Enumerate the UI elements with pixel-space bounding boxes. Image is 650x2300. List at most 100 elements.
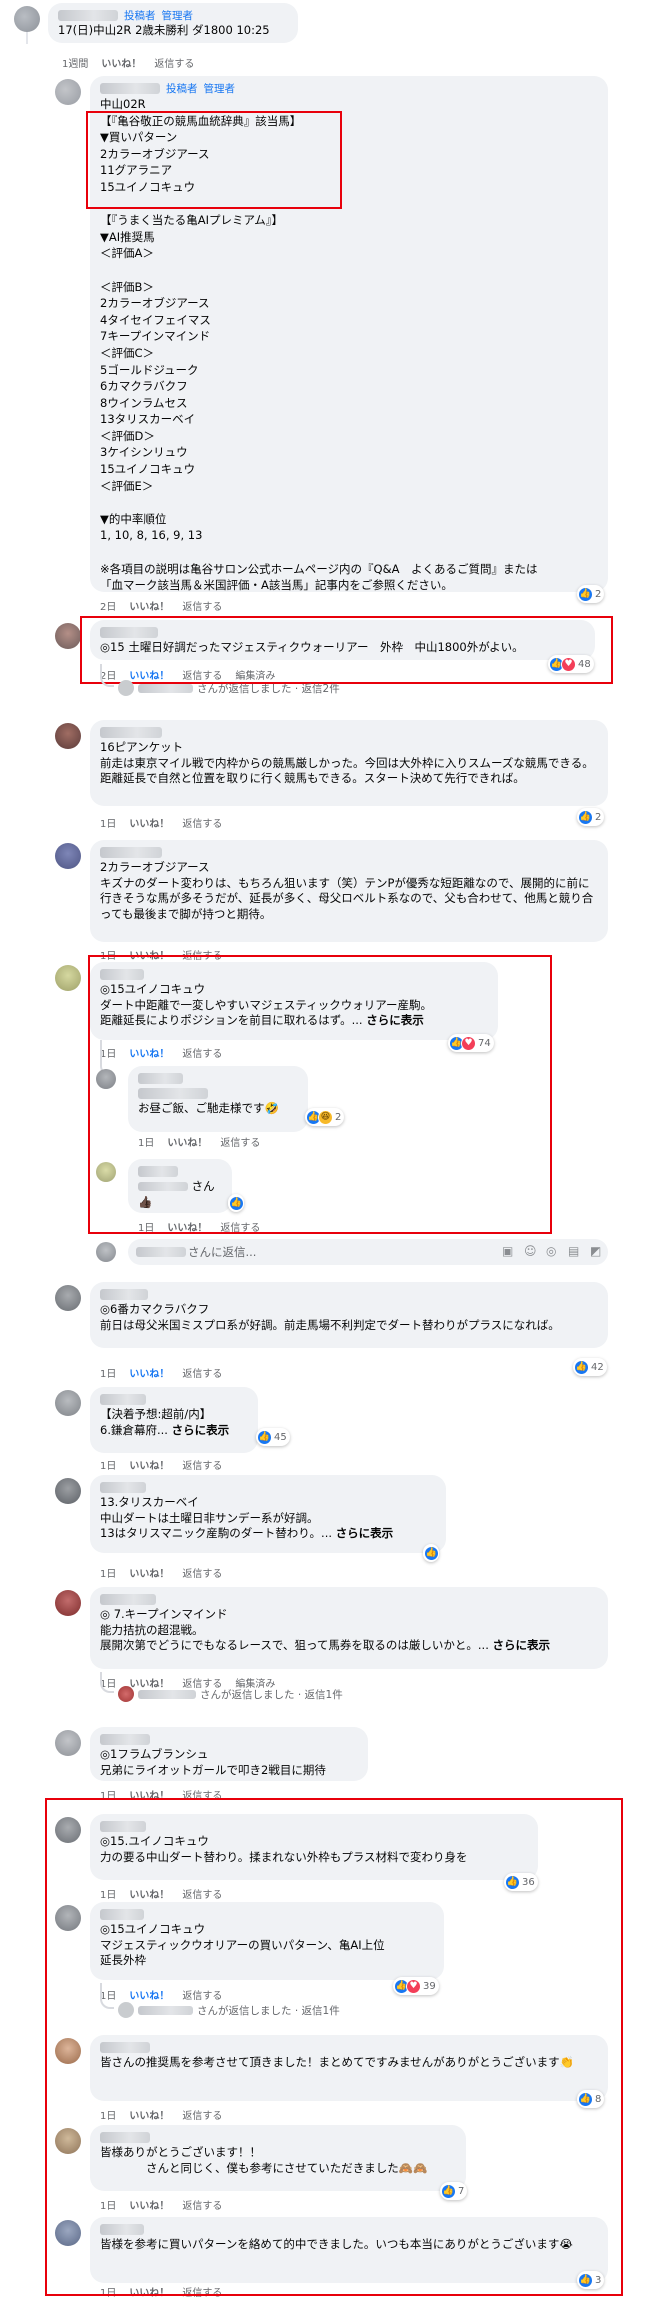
reply-link[interactable]: 返信する bbox=[182, 1369, 222, 1380]
comment-text: 【決着予想:超前/内】 6.鎌倉幕府... さらに表示 bbox=[100, 1407, 230, 1437]
like-icon: 👍 bbox=[574, 1359, 589, 1375]
camera-icon[interactable]: ◎ bbox=[546, 1244, 556, 1258]
like-link[interactable]: いいね！ bbox=[129, 1461, 169, 1472]
replies-toggle[interactable]: さんが返信しました · 返信1件 bbox=[118, 1686, 343, 1702]
comment-line: ＜評価B＞ bbox=[100, 279, 154, 294]
avatar[interactable] bbox=[55, 843, 81, 869]
comment-meta: 1週間 いいね！ 返信する bbox=[62, 59, 195, 70]
author-name[interactable] bbox=[100, 83, 160, 94]
reaction-summary[interactable]: 👍 42 bbox=[573, 1358, 607, 1376]
reply-link[interactable]: 返信する bbox=[182, 1461, 222, 1472]
like-link[interactable]: いいね！ bbox=[101, 59, 141, 70]
comment-line: 13タリスカーベイ bbox=[100, 412, 196, 427]
reply-link[interactable]: 返信する bbox=[182, 819, 222, 830]
show-more-link[interactable]: さらに表示 bbox=[172, 1423, 230, 1437]
comment-meta: 1日 いいね！ 返信する bbox=[100, 1369, 223, 1380]
author-name[interactable] bbox=[100, 1289, 148, 1300]
comment-line: 「血マーク該当馬＆米国評価・A該当馬」記事内をご参照ください。 bbox=[100, 578, 453, 593]
avatar[interactable] bbox=[55, 965, 81, 991]
author-name[interactable] bbox=[58, 10, 118, 21]
emoji-icon[interactable]: ☺ bbox=[524, 1244, 537, 1258]
avatar[interactable] bbox=[96, 1242, 116, 1262]
comment-line: 5ゴールドジューク bbox=[100, 362, 199, 377]
comment-bubble: 【決着予想:超前/内】 6.鎌倉幕府... さらに表示 bbox=[90, 1387, 258, 1453]
comment-bubble: ◎6番カマクラバクフ 前日は母父米国ミスプロ系が好調。前走馬場不利判定でダート替… bbox=[90, 1282, 608, 1348]
avatar[interactable] bbox=[55, 1390, 81, 1416]
thread-connector bbox=[100, 1672, 114, 1693]
avatar[interactable] bbox=[55, 1730, 81, 1756]
highlight-box bbox=[86, 111, 342, 209]
like-icon: 👍 bbox=[578, 809, 593, 825]
comment-meta: 1日 いいね！ 返信する bbox=[100, 819, 223, 830]
thread-connector bbox=[100, 664, 114, 687]
comment-bubble: 13.タリスカーベイ 中山ダートは土曜日非サンデー系が好調。 13はタリスマニッ… bbox=[90, 1475, 446, 1553]
avatar bbox=[118, 1686, 134, 1702]
avatar[interactable] bbox=[14, 6, 40, 32]
comment-text: 17(日)中山2R 2歳未勝利 ダ1800 10:25 bbox=[58, 23, 270, 37]
comment-text: ◎6番カマクラバクフ 前日は母父米国ミスプロ系が好調。前走馬場不利判定でダート替… bbox=[100, 1302, 560, 1332]
reaction-summary[interactable]: 👍 2 bbox=[577, 808, 605, 826]
author-name[interactable] bbox=[100, 1394, 146, 1405]
avatar[interactable] bbox=[55, 1478, 81, 1504]
comment-text: 2カラーオブジアース キズナのダート変わりは、もちろん狙います（笑）テンPが優秀… bbox=[100, 860, 594, 921]
comment-line: ＜評価D＞ bbox=[100, 428, 155, 443]
avatar[interactable] bbox=[55, 1285, 81, 1311]
comment-line: 1, 10, 8, 16, 9, 13 bbox=[100, 528, 203, 543]
like-link[interactable]: いいね！ bbox=[129, 1369, 169, 1380]
comment-meta: 1日 いいね！ 返信する bbox=[100, 1569, 223, 1580]
replies-toggle[interactable]: さんが返信しました · 返信2件 bbox=[118, 680, 340, 696]
comment-bubble: ◎ 7.キープインマインド 能力拮抗の超混戦。 展開次第でどうにでもなるレースで… bbox=[90, 1587, 608, 1669]
reaction-summary[interactable]: 👍 45 bbox=[256, 1428, 290, 1446]
like-icon: 👍 bbox=[578, 586, 593, 602]
like-link[interactable]: いいね！ bbox=[129, 1569, 169, 1580]
author-name[interactable] bbox=[100, 1482, 146, 1493]
highlight-box bbox=[80, 616, 613, 684]
avatar[interactable] bbox=[55, 1590, 81, 1616]
author-name[interactable] bbox=[100, 727, 162, 738]
comment-line: ＜評価C＞ bbox=[100, 345, 155, 360]
reply-placeholder: さんに返信... bbox=[188, 1245, 257, 1259]
author-name[interactable] bbox=[100, 1734, 150, 1745]
comment-line: 15ユイノコキュウ bbox=[100, 462, 196, 477]
comment-bubble: 16ピアンケット 前走は東京マイル戦で内枠からの競馬厳しかった。今回は大外枠に入… bbox=[90, 720, 608, 806]
comment-line: ▼AI推奨馬 bbox=[100, 229, 155, 244]
role-badge: 管理者 bbox=[203, 83, 236, 95]
avatar[interactable] bbox=[55, 79, 81, 105]
reply-link[interactable]: 返信する bbox=[182, 1569, 222, 1580]
comment-line: 4タイセイフェイマス bbox=[100, 312, 211, 327]
author-name[interactable] bbox=[100, 1594, 156, 1605]
sticker-icon[interactable]: ◩ bbox=[590, 1244, 601, 1258]
show-more-link[interactable]: さらに表示 bbox=[493, 1638, 551, 1652]
avatar bbox=[118, 680, 134, 696]
gif-icon[interactable]: ▤ bbox=[568, 1244, 579, 1258]
ai-icon[interactable]: ▣ bbox=[502, 1244, 513, 1258]
role-badge: 管理者 bbox=[161, 10, 194, 22]
comment-text: ◎ 7.キープインマインド 能力拮抗の超混戦。 展開次第でどうにでもなるレースで… bbox=[100, 1607, 551, 1652]
role-badge: 投稿者 bbox=[166, 83, 198, 95]
comment-line: 7キープインマインド bbox=[100, 329, 211, 344]
comment-text: ◎1フラムブランシュ 兄弟にライオットガールで叩き2戦目に期待 bbox=[100, 1747, 326, 1777]
show-more-link[interactable]: さらに表示 bbox=[336, 1526, 394, 1540]
highlight-box bbox=[45, 1798, 623, 2296]
comment-meta: 1日 いいね！ 返信する bbox=[100, 1461, 223, 1472]
author-name[interactable] bbox=[100, 847, 162, 858]
comment-bubble: ◎1フラムブランシュ 兄弟にライオットガールで叩き2戦目に期待 bbox=[90, 1727, 368, 1781]
role-badge: 投稿者 bbox=[124, 10, 156, 22]
reply-link[interactable]: 返信する bbox=[182, 602, 222, 613]
avatar[interactable] bbox=[55, 623, 81, 649]
comment-line: 8ウインラムセス bbox=[100, 395, 188, 410]
comment-bubble: 2カラーオブジアース キズナのダート変わりは、もちろん狙います（笑）テンPが優秀… bbox=[90, 840, 608, 942]
comment-line: 6カマクラバクフ bbox=[100, 379, 188, 394]
comment-line: 2カラーオブジアース bbox=[100, 296, 210, 311]
reaction-summary[interactable]: 👍 2 bbox=[577, 585, 605, 603]
comment-bubble: 投稿者 管理者 17(日)中山2R 2歳未勝利 ダ1800 10:25 bbox=[48, 3, 298, 43]
like-link[interactable]: いいね！ bbox=[129, 602, 169, 613]
comment-text: 16ピアンケット 前走は東京マイル戦で内枠からの競馬厳しかった。今回は大外枠に入… bbox=[100, 740, 594, 785]
avatar[interactable] bbox=[55, 723, 81, 749]
like-link[interactable]: いいね！ bbox=[129, 819, 169, 830]
like-icon: 👍 bbox=[424, 1545, 439, 1561]
comment-line: ＜評価E＞ bbox=[100, 478, 154, 493]
reaction-summary[interactable]: 👍 bbox=[423, 1544, 439, 1562]
comment-thread: 投稿者 管理者 17(日)中山2R 2歳未勝利 ダ1800 10:25 1週間 いい… bbox=[0, 0, 650, 2300]
reply-link[interactable]: 返信する bbox=[154, 59, 194, 70]
